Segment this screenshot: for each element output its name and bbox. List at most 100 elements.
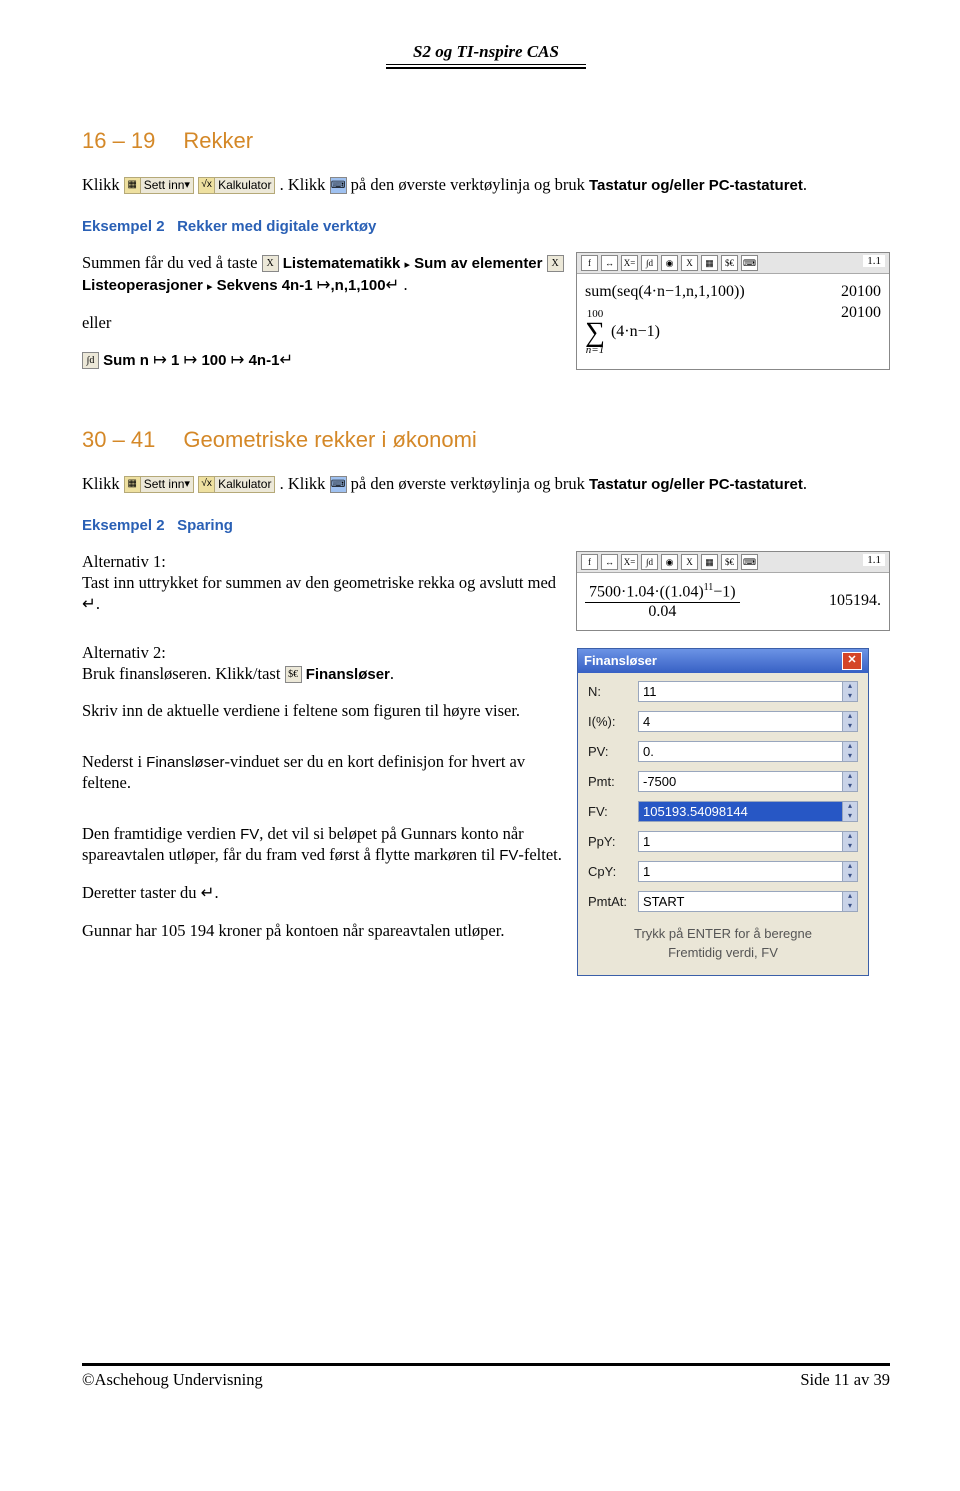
enter-icon: ↵: [201, 883, 215, 904]
lbl-pmtat: PmtAt:: [588, 894, 638, 909]
insert-button[interactable]: ▦Sett inn▾: [124, 476, 194, 493]
page-footer: ©Aschehoug Undervisning Side 11 av 39: [82, 1365, 890, 1390]
sqrt-icon: √x: [199, 178, 215, 193]
field-n[interactable]: ▴▾: [638, 681, 858, 702]
integral-icon[interactable]: ∫d: [82, 352, 99, 369]
field-i[interactable]: ▴▾: [638, 711, 858, 732]
toolbar-btn[interactable]: ↔: [601, 554, 618, 570]
finans-window: Finansløser ✕ N: ▴▾ I(%): ▴▾ PV: ▴▾ Pmt:…: [577, 648, 869, 976]
settinn-label: Sett inn: [144, 178, 185, 193]
p4: Nederst i Finansløser-vinduet ser du en …: [82, 751, 567, 793]
spin-down-icon[interactable]: ▾: [843, 871, 857, 881]
eller: eller: [82, 312, 566, 333]
sec1-sum-instr: Summen får du ved å taste X Listematemat…: [82, 252, 566, 295]
sec1-alt-expr: ∫d Sum n ↦ 1 ↦ 100 ↦ 4n-1↵: [82, 349, 566, 371]
spin-up-icon[interactable]: ▴: [843, 742, 857, 752]
calculator-button[interactable]: √xKalkulator: [198, 177, 275, 194]
insert-button[interactable]: ▦Sett inn▾: [124, 177, 194, 194]
spin-up-icon[interactable]: ▴: [843, 802, 857, 812]
keyboard-icon[interactable]: ⌨: [330, 177, 347, 194]
document-icon: ▦: [125, 477, 141, 492]
spin-down-icon[interactable]: ▾: [843, 901, 857, 911]
footer-left: ©Aschehoug Undervisning: [82, 1370, 263, 1390]
calc-screenshot-1: f ↔ X= ∫d ◉ X ▦ $€ ⌨ 1.1 sum(seq(4·n−1,n…: [576, 252, 890, 370]
keyboard-icon[interactable]: ⌨: [330, 476, 347, 493]
footer-right: Side 11 av 39: [800, 1370, 890, 1390]
toolbar-btn[interactable]: f: [581, 554, 598, 570]
field-pmtat[interactable]: ▴▾: [638, 891, 858, 912]
document-icon: ▦: [125, 178, 141, 193]
calc-toolbar: f ↔ X= ∫d ◉ X ▦ $€ ⌨ 1.1: [577, 552, 889, 573]
toolbar-btn[interactable]: ▦: [701, 255, 718, 271]
calc-result: 20100: [841, 304, 881, 360]
alt2: Alternativ 2: Bruk finansløseren. Klikk/…: [82, 642, 567, 684]
calc-tab: 1.1: [863, 554, 885, 566]
lbl-pmt: Pmt:: [588, 774, 638, 789]
tab-icon: ↦: [231, 350, 245, 371]
p6: Deretter taster du ↵.: [82, 882, 567, 904]
toolbar-btn[interactable]: ▦: [701, 554, 718, 570]
field-ppy[interactable]: ▴▾: [638, 831, 858, 852]
toolbar-btn[interactable]: f: [581, 255, 598, 271]
field-fv[interactable]: ▴▾: [638, 801, 858, 822]
calc-result: 20100: [841, 283, 881, 301]
toolbar-btn[interactable]: X: [681, 255, 698, 271]
toolbar-btn[interactable]: X=: [621, 255, 638, 271]
spin-down-icon[interactable]: ▾: [843, 691, 857, 701]
sqrt-icon: √x: [199, 477, 215, 492]
field-cpy[interactable]: ▴▾: [638, 861, 858, 882]
spin-down-icon[interactable]: ▾: [843, 811, 857, 821]
toolbar-btn[interactable]: ∫d: [641, 554, 658, 570]
section-geom-title: 30 – 41Geometriske rekker i økonomi: [82, 427, 890, 453]
spin-up-icon[interactable]: ▴: [843, 862, 857, 872]
lbl-ppy: PpY:: [588, 834, 638, 849]
spin-up-icon[interactable]: ▴: [843, 682, 857, 692]
header-title: S2 og TI-nspire CAS: [413, 42, 559, 61]
toolbar-btn[interactable]: ◉: [661, 255, 678, 271]
finans-hint: Trykk på ENTER for å beregne Fremtidig v…: [588, 924, 858, 963]
section-rekker-title: 16 – 19Rekker: [82, 128, 890, 154]
enter-icon: ↵: [279, 350, 293, 371]
finance-icon[interactable]: $€: [285, 666, 302, 683]
close-icon[interactable]: ✕: [842, 652, 862, 670]
example2-sparing-title: Eksempel 2 Sparing: [82, 516, 890, 535]
spin-up-icon[interactable]: ▴: [843, 712, 857, 722]
toolbar-btn[interactable]: X: [681, 554, 698, 570]
lbl-n: N:: [588, 684, 638, 699]
spin-down-icon[interactable]: ▾: [843, 721, 857, 731]
sec1-intro: Klikk ▦Sett inn▾ √xKalkulator . Klikk ⌨ …: [82, 174, 890, 195]
toolbar-btn[interactable]: $€: [721, 255, 738, 271]
calc-expr: sum(seq(4·n−1,n,1,100)): [585, 283, 745, 301]
enter-icon: ↵: [386, 275, 400, 296]
calc-tab: 1.1: [863, 255, 885, 267]
spin-down-icon[interactable]: ▾: [843, 841, 857, 851]
spin-up-icon[interactable]: ▴: [843, 832, 857, 842]
toolbar-btn[interactable]: ∫d: [641, 255, 658, 271]
x-box-icon[interactable]: X: [262, 255, 279, 272]
p3: Skriv inn de aktuelle verdiene i feltene…: [82, 700, 567, 721]
spin-down-icon[interactable]: ▾: [843, 781, 857, 791]
toolbar-btn[interactable]: $€: [721, 554, 738, 570]
calc-screenshot-2: f ↔ X= ∫d ◉ X ▦ $€ ⌨ 1.1 7500·1.04·((1.0…: [576, 551, 890, 630]
header-underline: [386, 64, 586, 69]
toolbar-btn[interactable]: X=: [621, 554, 638, 570]
x-box-icon[interactable]: X: [547, 255, 564, 272]
p7: Gunnar har 105 194 kroner på kontoen når…: [82, 920, 567, 941]
lbl-cpy: CpY:: [588, 864, 638, 879]
field-pv[interactable]: ▴▾: [638, 741, 858, 762]
enter-icon: ↵: [82, 594, 96, 615]
calc-toolbar: f ↔ X= ∫d ◉ X ▦ $€ ⌨ 1.1: [577, 253, 889, 274]
spin-up-icon[interactable]: ▴: [843, 892, 857, 902]
toolbar-btn[interactable]: ⌨: [741, 554, 758, 570]
toolbar-btn[interactable]: ◉: [661, 554, 678, 570]
tab-icon: ↦: [317, 275, 331, 296]
calculator-button[interactable]: √xKalkulator: [198, 476, 275, 493]
toolbar-btn[interactable]: ↔: [601, 255, 618, 271]
toolbar-btn[interactable]: ⌨: [741, 255, 758, 271]
spin-up-icon[interactable]: ▴: [843, 772, 857, 782]
field-pmt[interactable]: ▴▾: [638, 771, 858, 792]
tab-icon: ↦: [184, 350, 198, 371]
lbl-i: I(%):: [588, 714, 638, 729]
spin-down-icon[interactable]: ▾: [843, 751, 857, 761]
frac-expr: 7500·1.04·((1.04)11−1) 0.04: [585, 582, 740, 620]
